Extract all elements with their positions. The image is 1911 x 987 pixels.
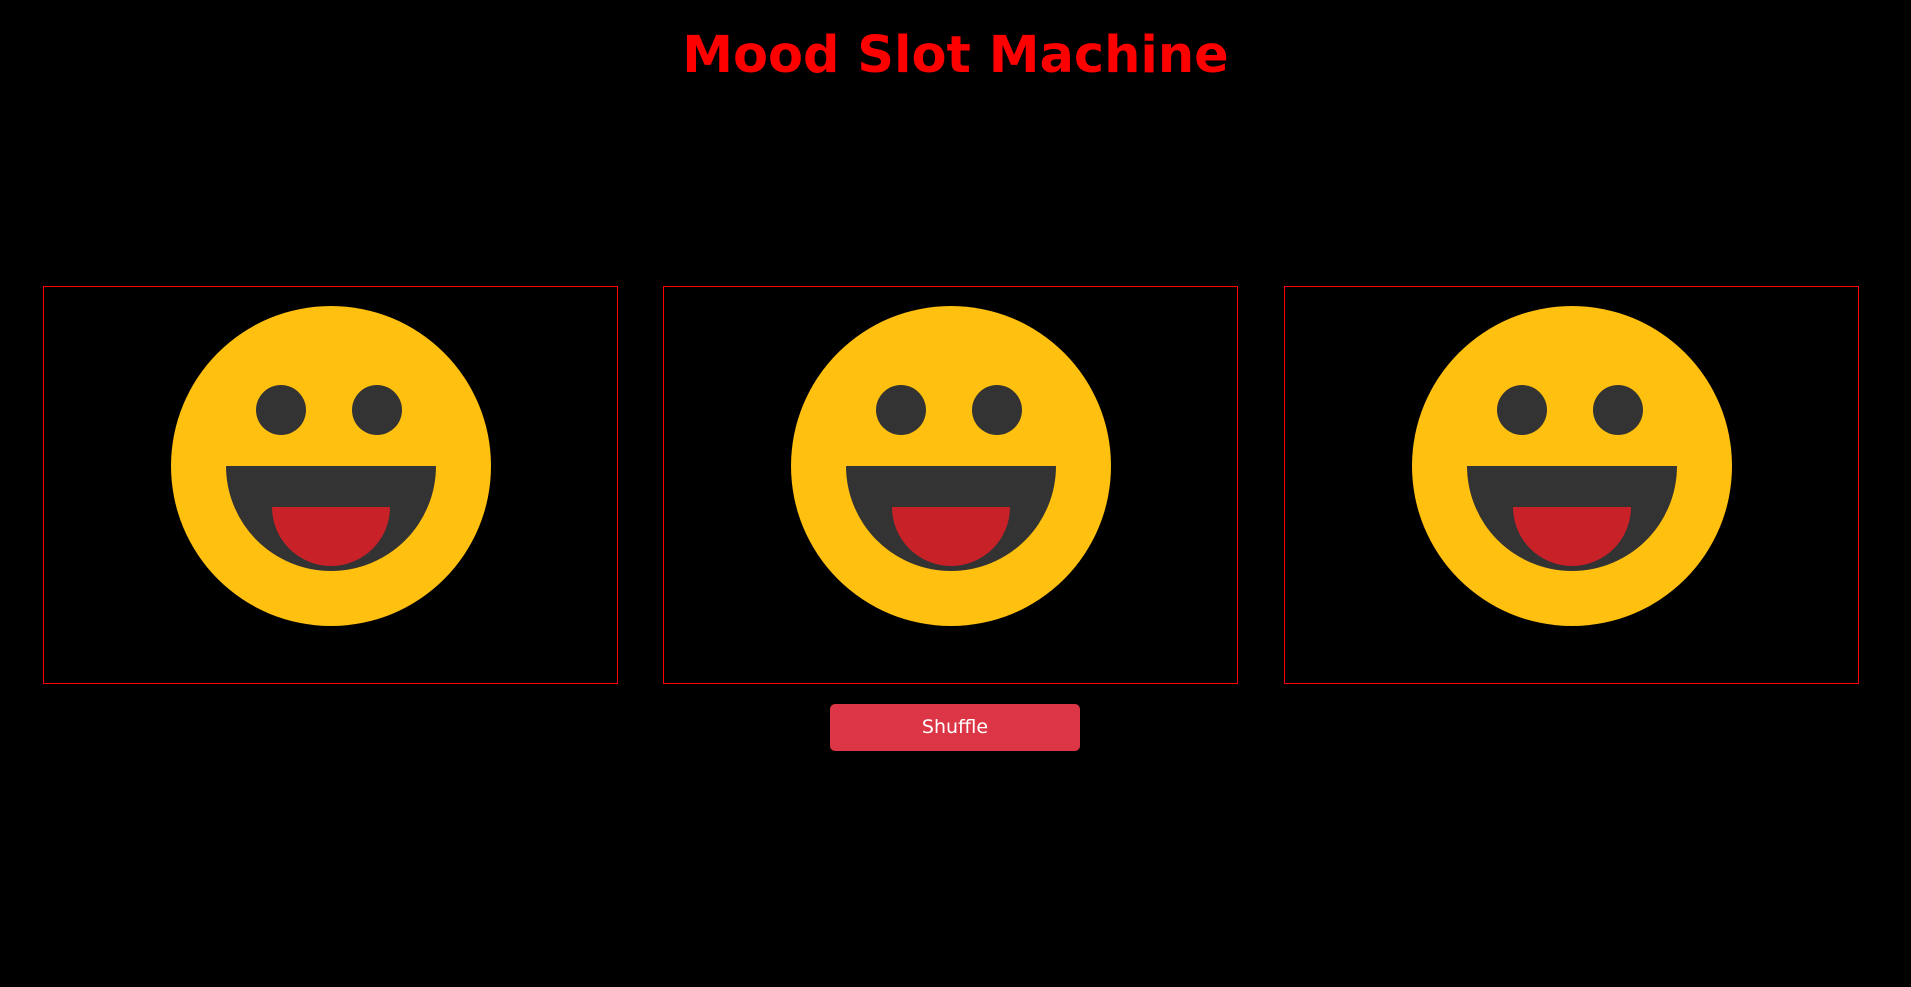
shuffle-button[interactable]: Shuffle xyxy=(830,704,1080,751)
slot-reel-3 xyxy=(1284,286,1859,684)
slot-reel-1 xyxy=(43,286,618,684)
grinning-face-icon xyxy=(791,306,1111,626)
grinning-face-icon xyxy=(171,306,491,626)
page-title: Mood Slot Machine xyxy=(682,26,1229,85)
slot-reel-2 xyxy=(663,286,1238,684)
grinning-face-icon xyxy=(1412,306,1732,626)
mood-slot-machine-page: Mood Slot Machine Shuffle xyxy=(0,0,1911,987)
